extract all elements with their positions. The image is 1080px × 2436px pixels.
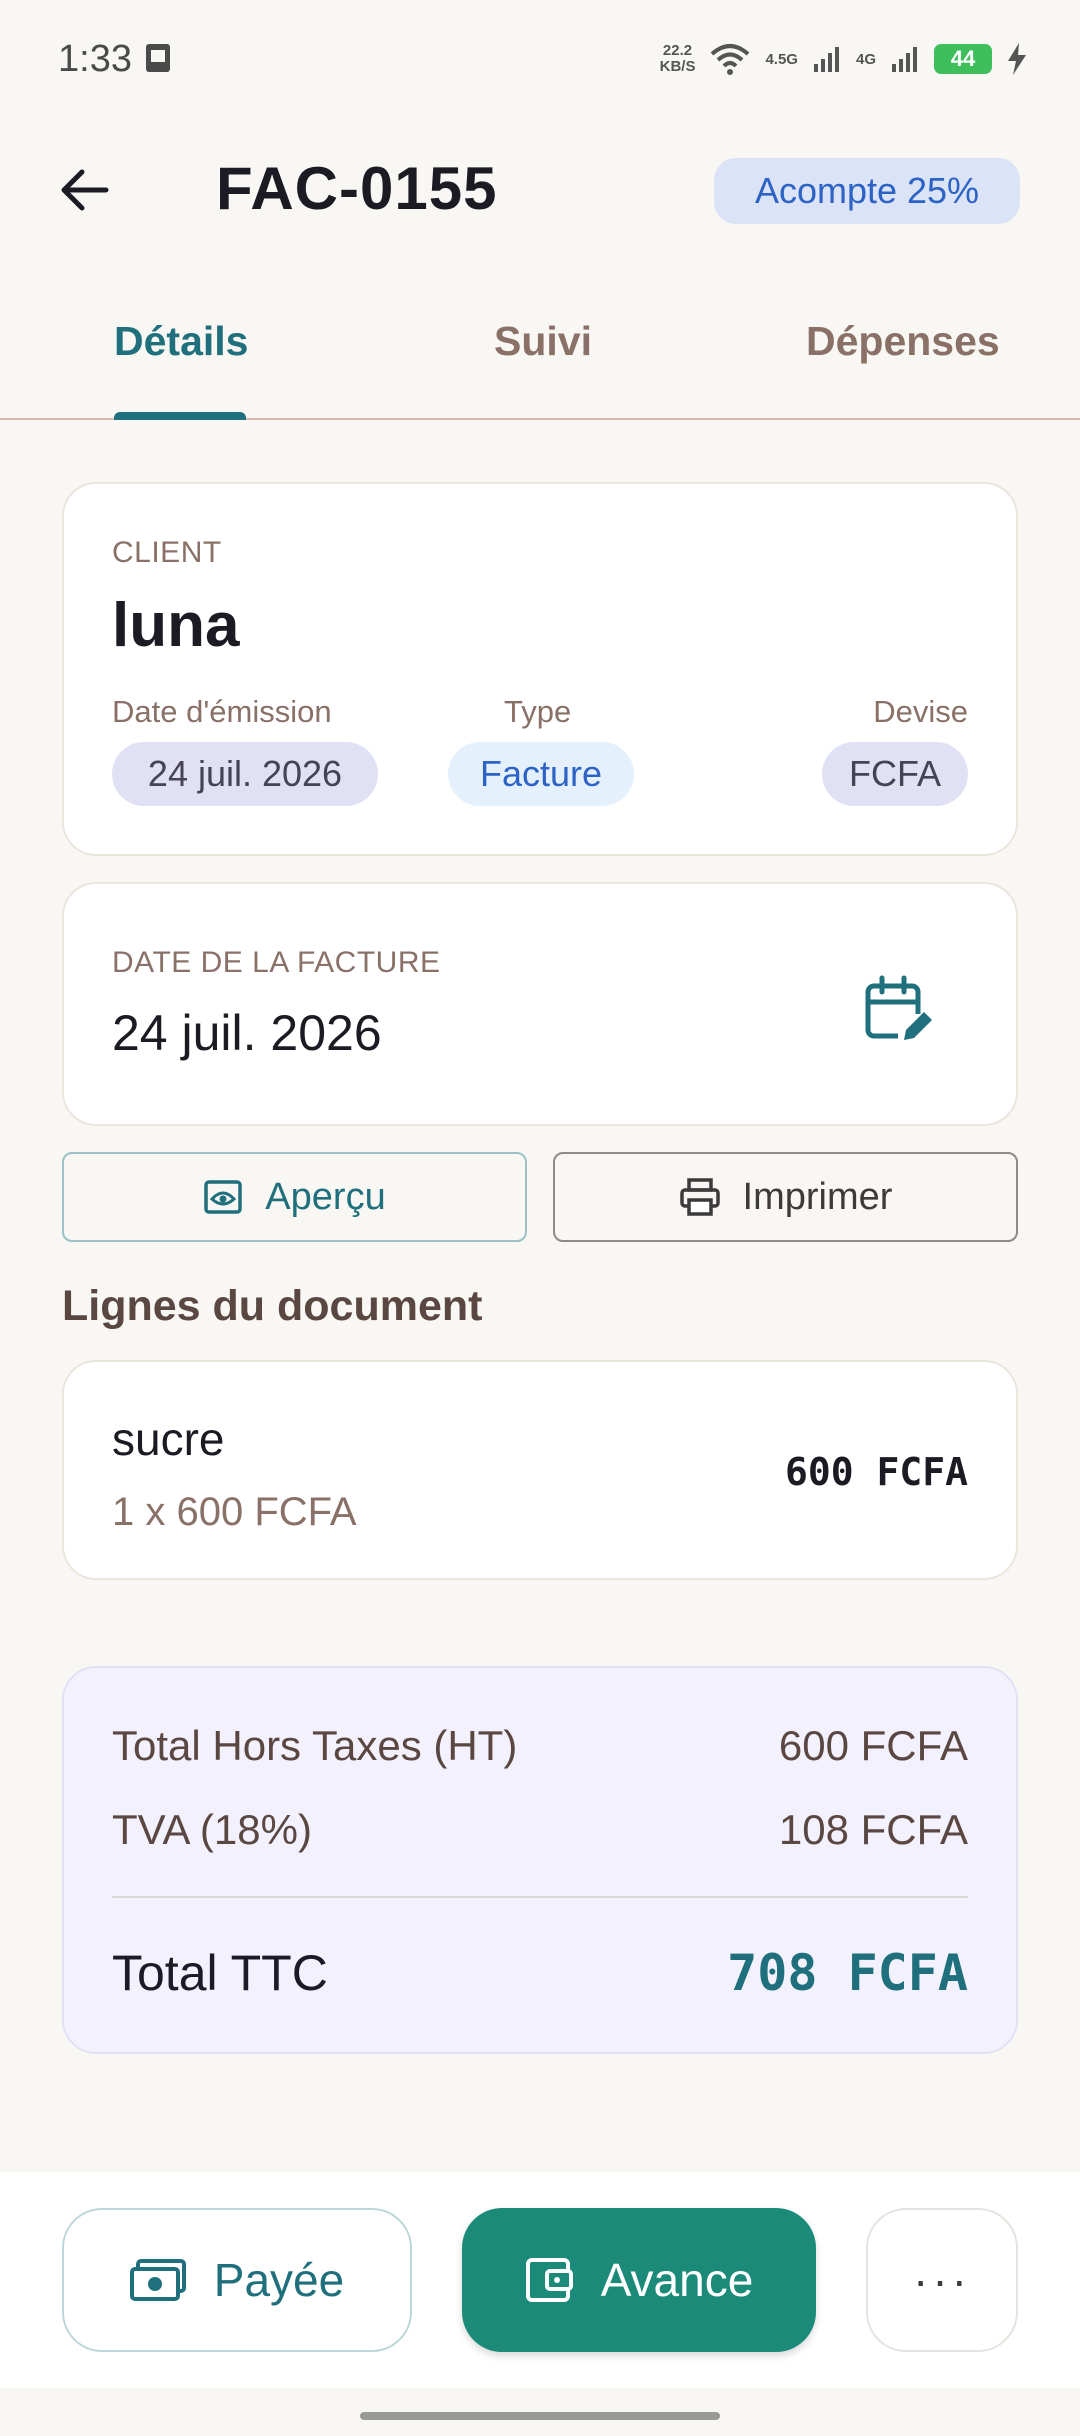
calendar-edit-icon (865, 975, 934, 1040)
signal-2-icon (892, 47, 917, 72)
signal-1-icon (813, 47, 839, 72)
wallet-icon (525, 2258, 573, 2302)
status-badge: Acompte 25% (714, 158, 1020, 224)
eye-icon (204, 1180, 243, 1214)
edit-date-button[interactable] (862, 974, 936, 1048)
preview-button[interactable]: Aperçu (62, 1152, 527, 1242)
battery-level: 44 (950, 46, 976, 71)
client-card: CLIENT luna Date d'émission Type Devise … (62, 482, 1018, 856)
invoice-date-card[interactable]: DATE DE LA FACTURE 24 juil. 2026 (62, 882, 1018, 1126)
tab-depenses[interactable]: Dépenses (806, 318, 1000, 365)
type-chip: Facture (448, 742, 634, 806)
line-item-name: sucre (112, 1413, 225, 1465)
cash-icon (129, 2259, 186, 2301)
total-ht-row: Total Hors Taxes (HT) 600 FCFA (112, 1722, 968, 1770)
mark-paid-label: Payée (213, 2254, 345, 2306)
client-name: luna (112, 591, 240, 660)
issue-date-label: Date d'émission (112, 694, 332, 729)
wifi-icon (711, 44, 750, 75)
status-indicators: 22.2 KB/S 4.5G 4G 44 (660, 42, 1028, 76)
status-bar: 1:33 22.2 KB/S 4.5G 4G 44 (0, 0, 1080, 118)
sim-card-icon (145, 44, 170, 72)
status-time: 1:33 (58, 38, 174, 81)
advance-label: Avance (600, 2254, 754, 2306)
invoice-date-label: DATE DE LA FACTURE (112, 946, 441, 979)
home-indicator[interactable] (360, 2412, 720, 2420)
net-speed: 22.2 KB/S (659, 42, 696, 75)
clock: 1:33 (58, 37, 132, 80)
signal-2-label: 4G (855, 50, 876, 68)
tab-bar: Détails Suivi Dépenses (0, 300, 1080, 420)
page-title: FAC-0155 (216, 155, 498, 222)
more-icon: ··· (913, 2254, 971, 2306)
list-item[interactable]: sucre 1 x 600 FCFA 600 FCFA (62, 1360, 1018, 1580)
back-button[interactable] (48, 160, 120, 220)
print-label: Imprimer (742, 1175, 893, 1218)
currency-label: Devise (873, 694, 968, 729)
battery-icon: 44 (934, 44, 992, 74)
app-bar: FAC-0155 Acompte 25% (0, 140, 1080, 240)
mark-paid-button[interactable]: Payée (62, 2208, 412, 2352)
type-label: Type (504, 694, 572, 729)
charging-icon (1008, 43, 1026, 75)
tab-indicator (114, 412, 246, 420)
tva-row: TVA (18%) 108 FCFA (112, 1806, 968, 1854)
line-item-detail: 1 x 600 FCFA (112, 1490, 357, 1534)
printer-icon (679, 1178, 720, 1216)
preview-label: Aperçu (265, 1175, 386, 1218)
lines-section-title: Lignes du document (62, 1282, 483, 1330)
tab-details[interactable]: Détails (114, 318, 248, 365)
total-ttc-label: Total TTC (112, 1945, 328, 2001)
total-ht-value: 600 FCFA (778, 1722, 968, 1769)
totals-card: Total Hors Taxes (HT) 600 FCFA TVA (18%)… (62, 1666, 1018, 2054)
total-ttc-row: Total TTC 708 FCFA (112, 1944, 968, 2002)
tva-value: 108 FCFA (778, 1806, 968, 1853)
issue-date-chip: 24 juil. 2026 (112, 742, 378, 806)
client-section-label: CLIENT (112, 536, 222, 569)
advance-button[interactable]: Avance (462, 2208, 816, 2352)
more-options-button[interactable]: ··· (866, 2208, 1018, 2352)
invoice-date-value: 24 juil. 2026 (112, 1005, 382, 1061)
arrow-left-icon (61, 169, 109, 211)
line-item-amount: 600 FCFA (784, 1450, 968, 1494)
tab-suivi[interactable]: Suivi (494, 318, 592, 365)
signal-1-label: 4.5G (765, 50, 798, 68)
total-ht-label: Total Hors Taxes (HT) (112, 1722, 518, 1769)
total-ttc-value: 708 FCFA (727, 1944, 968, 2002)
bottom-action-bar: Payée Avance ··· (0, 2172, 1080, 2388)
currency-chip: FCFA (822, 742, 968, 806)
totals-divider (112, 1896, 968, 1898)
print-button[interactable]: Imprimer (553, 1152, 1018, 1242)
tva-label: TVA (18%) (112, 1806, 312, 1853)
